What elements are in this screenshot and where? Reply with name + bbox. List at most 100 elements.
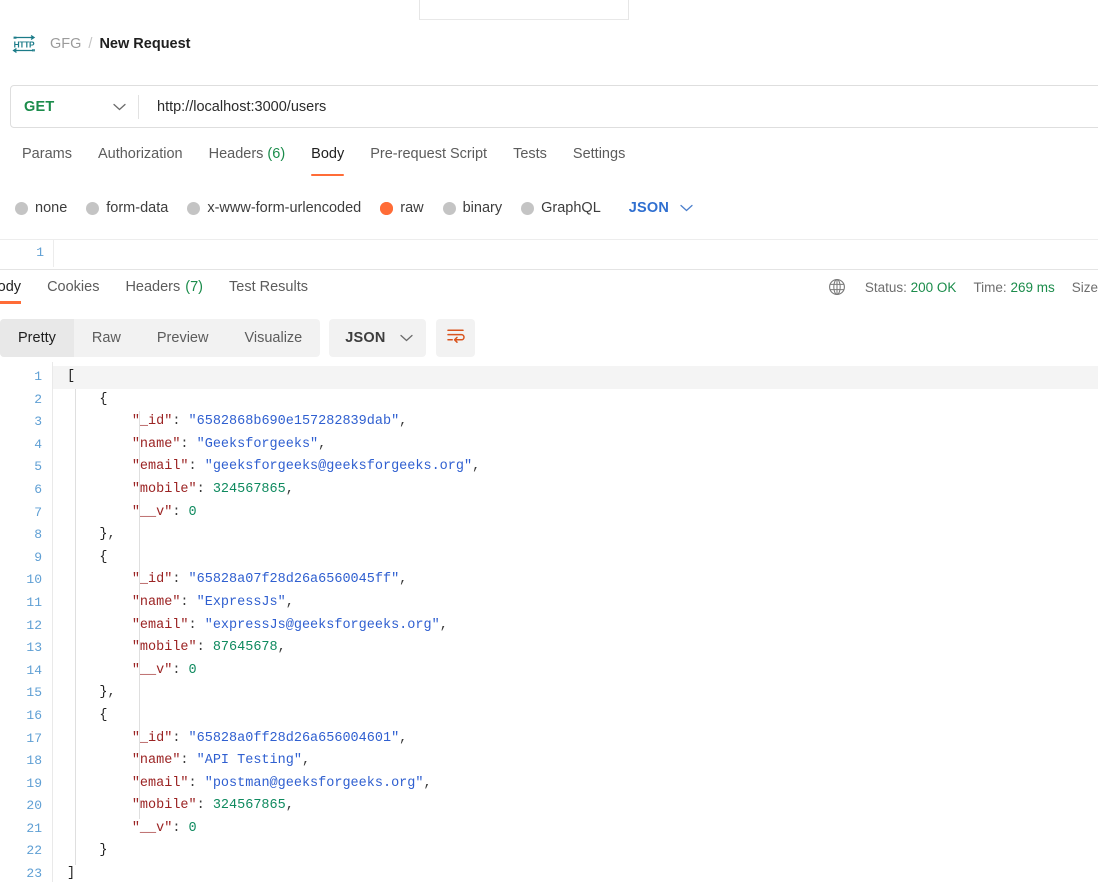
line-number: 5: [0, 456, 52, 479]
line-number: 16: [0, 705, 52, 728]
request-editor-content[interactable]: [54, 240, 1098, 267]
response-tab-body[interactable]: Body: [0, 270, 34, 304]
tab-body[interactable]: Body: [298, 146, 357, 178]
code-line: },: [53, 682, 1098, 705]
code-token-brk: [: [67, 369, 75, 384]
view-button-label: Preview: [157, 330, 209, 346]
code-token-punc: :: [197, 482, 213, 497]
code-token-punc: ,: [399, 572, 407, 587]
response-tab-headers[interactable]: Headers (7): [112, 270, 216, 304]
response-view-toolbar: Pretty Raw Preview Visualize JSON: [0, 317, 1098, 359]
code-line: {: [53, 705, 1098, 728]
radio-label: GraphQL: [541, 200, 601, 216]
request-body-editor[interactable]: 1: [0, 239, 1098, 267]
word-wrap-button[interactable]: [436, 319, 475, 357]
code-token-key: "__v": [132, 663, 173, 678]
line-number: 1: [0, 366, 52, 389]
response-code-lines[interactable]: [ { "_id": "6582868b690e157282839dab", "…: [53, 362, 1098, 882]
content-type-dropdown[interactable]: JSON: [629, 199, 693, 217]
view-button-pretty[interactable]: Pretty: [0, 319, 74, 357]
word-wrap-icon: [446, 327, 465, 349]
code-token-punc: :: [172, 572, 188, 587]
code-line: "mobile": 324567865,: [53, 795, 1098, 818]
body-mode-raw[interactable]: raw: [380, 200, 423, 216]
tab-label: Authorization: [98, 146, 183, 162]
tab-label: Headers: [125, 279, 180, 295]
chevron-down-icon: [680, 199, 693, 217]
window-tab-strip: [0, 0, 1098, 20]
response-format-dropdown[interactable]: JSON: [329, 319, 425, 357]
tab-label: Params: [22, 146, 72, 162]
tab-settings[interactable]: Settings: [560, 146, 638, 178]
code-token-num: 324567865: [213, 482, 286, 497]
code-token-key: "__v": [132, 505, 173, 520]
tab-label: Headers: [209, 146, 264, 162]
code-token-key: "__v": [132, 821, 173, 836]
response-tab-cookies[interactable]: Cookies: [34, 270, 112, 304]
tab-authorization[interactable]: Authorization: [85, 146, 196, 178]
globe-icon[interactable]: [828, 278, 846, 296]
view-button-label: Raw: [92, 330, 121, 346]
code-line: "email": "expressJs@geeksforgeeks.org",: [53, 615, 1098, 638]
line-number: 12: [0, 615, 52, 638]
code-token-brk: {: [99, 550, 107, 565]
code-token-num: 324567865: [213, 798, 286, 813]
code-line: "mobile": 324567865,: [53, 479, 1098, 502]
background-tab-right[interactable]: [628, 0, 1098, 20]
tab-count-badge: (6): [267, 146, 285, 162]
tab-pre-request-script[interactable]: Pre-request Script: [357, 146, 500, 178]
view-button-visualize[interactable]: Visualize: [226, 319, 320, 357]
status-badge: Status: 200 OK: [865, 280, 957, 295]
code-token-punc: :: [180, 753, 196, 768]
breadcrumb-collection[interactable]: GFG: [50, 36, 81, 52]
body-mode-x-www-form-urlencoded[interactable]: x-www-form-urlencoded: [187, 200, 361, 216]
code-line: "name": "API Testing",: [53, 750, 1098, 773]
line-number: 14: [0, 660, 52, 683]
line-number: 6: [0, 479, 52, 502]
time-badge: Time: 269 ms: [973, 280, 1054, 295]
http-method-label: GET: [24, 99, 54, 115]
radio-icon-selected: [380, 202, 393, 215]
line-number: 18: [0, 750, 52, 773]
code-line: "mobile": 87645678,: [53, 637, 1098, 660]
breadcrumb-current-request[interactable]: New Request: [99, 36, 190, 52]
background-tab-left[interactable]: [0, 0, 420, 20]
status-label: Status:: [865, 280, 907, 295]
view-button-preview[interactable]: Preview: [139, 319, 227, 357]
tab-params[interactable]: Params: [9, 146, 85, 178]
code-token-punc: ,: [318, 437, 326, 452]
response-body-viewer[interactable]: 1234567891011121314151617181920212223 [ …: [0, 362, 1098, 882]
code-token-key: "email": [132, 776, 189, 791]
line-number: 10: [0, 569, 52, 592]
tab-label: Cookies: [47, 279, 99, 295]
view-button-raw[interactable]: Raw: [74, 319, 139, 357]
code-token-key: "_id": [132, 731, 173, 746]
body-mode-none[interactable]: none: [15, 200, 67, 216]
code-token-punc: ,: [278, 640, 286, 655]
view-button-label: Visualize: [244, 330, 302, 346]
response-tab-test-results[interactable]: Test Results: [216, 270, 321, 304]
code-line: ]: [53, 863, 1098, 882]
code-line: "email": "geeksforgeeks@geeksforgeeks.or…: [53, 456, 1098, 479]
body-mode-selector: none form-data x-www-form-urlencoded raw…: [0, 194, 1098, 222]
response-format-label: JSON: [345, 330, 385, 346]
body-mode-graphql[interactable]: GraphQL: [521, 200, 601, 216]
http-method-dropdown[interactable]: GET: [11, 86, 138, 127]
status-value: 200 OK: [911, 280, 957, 295]
radio-icon: [187, 202, 200, 215]
code-token-num: 0: [189, 821, 197, 836]
code-token-punc: :: [172, 821, 188, 836]
tab-headers[interactable]: Headers (6): [196, 146, 299, 178]
radio-icon: [443, 202, 456, 215]
code-token-punc: ,: [108, 527, 116, 542]
tab-tests[interactable]: Tests: [500, 146, 560, 178]
code-token-str: "Geeksforgeeks": [197, 437, 319, 452]
code-token-brk: }: [99, 685, 107, 700]
indent-guide: [139, 546, 140, 683]
url-input[interactable]: [139, 86, 1098, 127]
body-mode-form-data[interactable]: form-data: [86, 200, 168, 216]
code-token-key: "email": [132, 459, 189, 474]
body-mode-binary[interactable]: binary: [443, 200, 503, 216]
content-type-label: JSON: [629, 200, 669, 216]
code-token-str: "ExpressJs": [197, 595, 286, 610]
